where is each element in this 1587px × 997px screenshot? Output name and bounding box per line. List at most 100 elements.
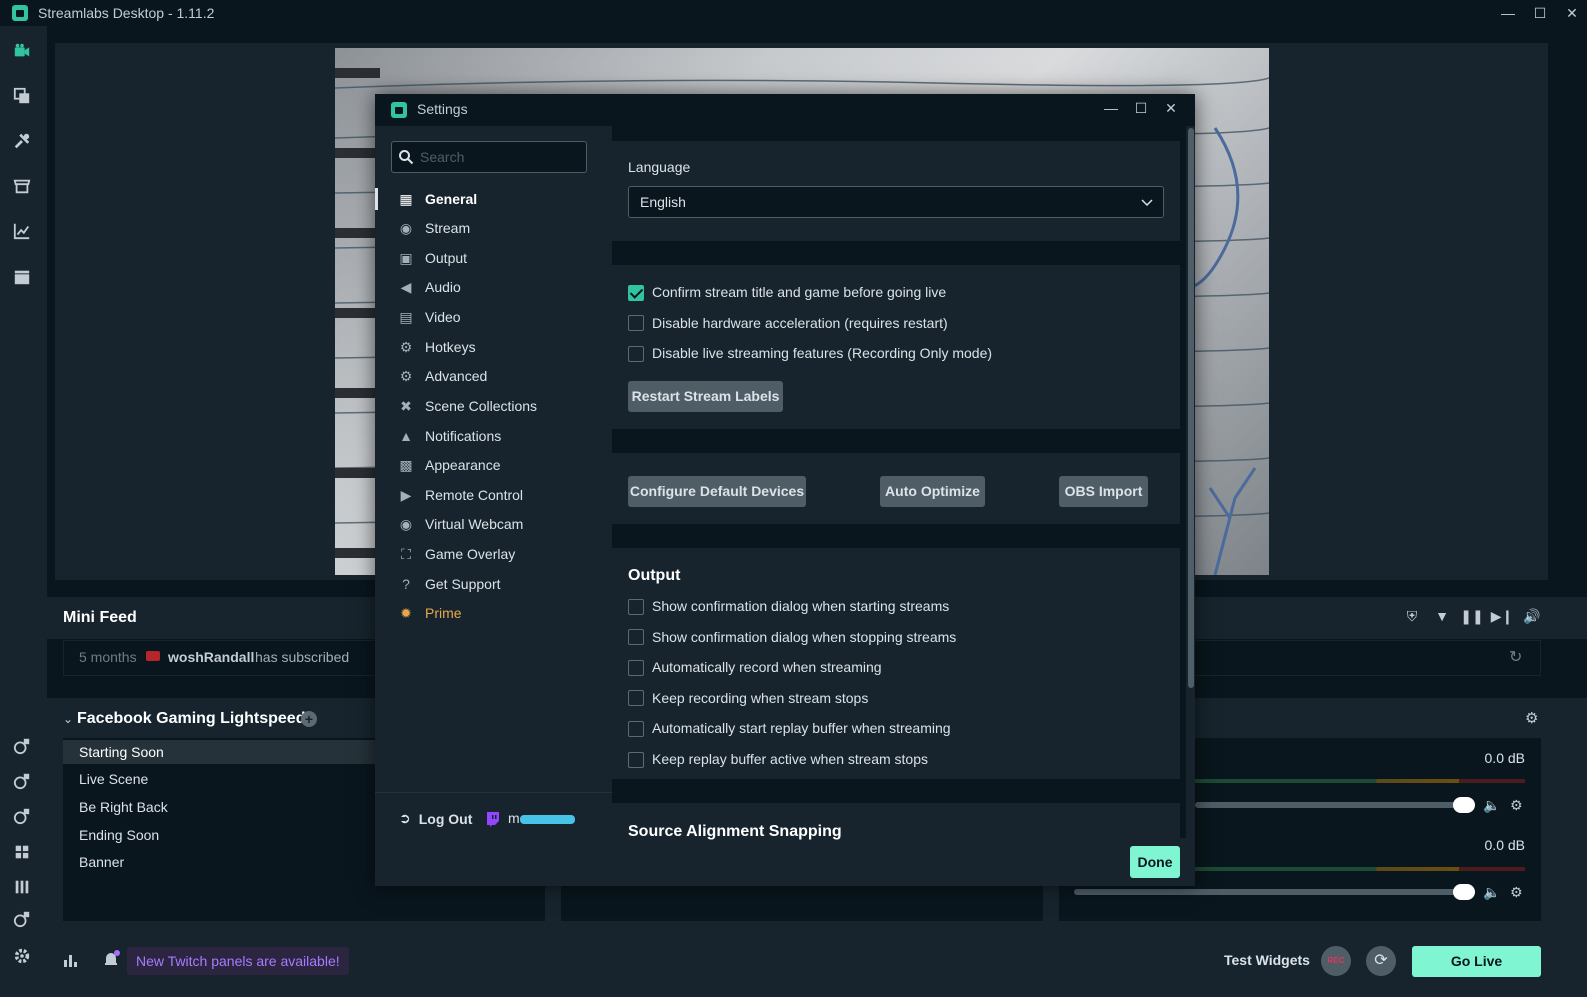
checkbox-label[interactable]: Show confirmation dialog when starting s… [652,598,949,614]
checkbox-label[interactable]: Disable hardware acceleration (requires … [652,315,948,331]
nav-appearance[interactable]: ▩ Appearance [391,452,601,478]
minimize-icon[interactable]: — [1104,100,1118,117]
maximize-icon[interactable]: ☐ [1134,100,1148,117]
language-select[interactable]: English [628,186,1164,218]
checkbox[interactable] [628,599,644,615]
checkbox[interactable] [628,690,644,706]
checkbox[interactable] [628,346,644,362]
checkbox-label[interactable]: Keep replay buffer active when stream st… [652,751,928,767]
nav-audio[interactable]: ◀ Audio [391,274,601,300]
nav-virtual-webcam[interactable]: ◉ Virtual Webcam [391,511,601,537]
close-icon[interactable]: ✕ [1565,5,1579,22]
search-input[interactable] [420,149,580,165]
volume-knob[interactable] [1453,797,1475,813]
apps-grid-icon[interactable] [12,842,32,862]
checkbox[interactable] [628,752,644,768]
volume-slider[interactable] [1074,889,1475,895]
nav-remote-control[interactable]: ▶ Remote Control [391,482,601,508]
editor-icon[interactable] [12,41,32,61]
recordings-icon[interactable] [12,267,32,287]
settings-scrollbar-thumb[interactable] [1188,128,1194,688]
nav-game-overlay[interactable]: ⛶ Game Overlay [391,541,601,567]
nav-notifications[interactable]: ▲ Notifications [391,423,601,449]
scene-collection-title[interactable]: Facebook Gaming Lightspeed [77,710,305,728]
checkbox[interactable] [628,629,644,645]
minimize-icon[interactable]: — [1501,5,1515,21]
bell-icon: ▲ [399,428,413,444]
filter-icon[interactable]: ▼ [1434,608,1450,624]
play-circle-icon: ▶ [400,486,412,503]
notification-banner[interactable]: New Twitch panels are available! [127,947,349,975]
mixer-settings-icon[interactable]: ⚙ [1525,709,1538,727]
nav-get-support[interactable]: ? Get Support [391,571,601,597]
replay-buffer-icon[interactable]: ⟳ [1366,946,1396,976]
go-live-button[interactable]: Go Live [1412,946,1541,977]
nav-label: General [425,191,478,207]
checkbox-label[interactable]: Disable live streaming features (Recordi… [652,345,992,361]
checkbox[interactable] [628,285,644,301]
checkbox[interactable] [628,660,644,676]
obs-import-button[interactable]: OBS Import [1059,476,1148,507]
feed-event-user: woshRandall [168,649,255,665]
app-4-icon[interactable] [12,909,32,929]
checkbox-label[interactable]: Automatically start replay buffer when s… [652,720,951,736]
speaker-icon[interactable]: 🔈 [1483,884,1500,901]
settings-titlebar [375,94,1195,126]
chevron-down-icon [1141,199,1153,207]
restart-stream-labels-button[interactable]: Restart Stream Labels [628,381,783,412]
settings-gear-icon[interactable] [12,946,32,966]
dashboard-chart-icon[interactable] [12,221,32,241]
close-icon[interactable]: ✕ [1164,100,1178,117]
maximize-icon[interactable]: ☐ [1533,5,1547,22]
refresh-icon[interactable]: ↻ [1509,647,1522,667]
nav-video[interactable]: ▤ Video [391,304,601,330]
layout-icon[interactable] [12,86,32,106]
nav-output[interactable]: ▣ Output [391,245,601,271]
pause-icon[interactable]: ❚❚ [1460,608,1483,624]
test-widgets-button[interactable]: Test Widgets [1224,952,1310,968]
nav-hotkeys[interactable]: ⚙ Hotkeys [391,334,601,360]
auto-optimize-button[interactable]: Auto Optimize [880,476,985,507]
themes-icon[interactable] [12,131,32,151]
settings-search[interactable] [391,141,587,173]
done-button[interactable]: Done [1130,846,1180,878]
nav-stream[interactable]: ◉ Stream [391,215,601,241]
nav-label: Appearance [425,457,501,473]
app-1-icon[interactable] [12,736,32,756]
feed-event-time: 5 months [79,649,137,665]
gear-icon[interactable]: ⚙ [1510,884,1523,901]
checkbox-label[interactable]: Show confirmation dialog when stopping s… [652,629,956,645]
youtube-icon [146,651,160,661]
app-2-icon[interactable] [12,771,32,791]
volume-knob[interactable] [1453,884,1475,900]
nav-scene-collections[interactable]: ✖ Scene Collections [391,393,601,419]
feed-event-action: has subscribed [255,649,350,665]
shield-icon[interactable]: ⛨ [1404,608,1420,624]
checkbox[interactable] [628,721,644,737]
chevron-down-icon[interactable]: ⌄ [63,712,73,726]
nav-advanced[interactable]: ⚙ Advanced [391,363,601,389]
checkbox-label[interactable]: Automatically record when streaming [652,659,882,675]
gear-icon[interactable]: ⚙ [1510,797,1523,814]
record-button[interactable]: REC [1321,946,1351,976]
volume-icon[interactable]: 🔊 [1523,608,1540,624]
grid-icon: ▦ [399,190,413,207]
apps-icon: ▩ [399,456,413,473]
configure-default-devices-button[interactable]: Configure Default Devices [628,476,806,507]
volume-slider[interactable] [1195,802,1475,808]
checkbox-label[interactable]: Confirm stream title and game before goi… [652,284,946,300]
checkbox-label[interactable]: Keep recording when stream stops [652,690,868,706]
performance-chart-icon[interactable] [63,952,79,968]
search-icon [399,150,414,165]
speaker-icon[interactable]: 🔈 [1483,797,1500,814]
nav-label: Get Support [425,576,501,592]
log-out-button[interactable]: ➲ Log Out [399,810,472,827]
studio-mode-icon[interactable] [12,877,32,897]
checkbox[interactable] [628,315,644,331]
app-3-icon[interactable] [12,806,32,826]
nav-prime[interactable]: ✹ Prime [391,600,601,626]
nav-general[interactable]: ▦ General [391,186,601,212]
store-icon[interactable] [12,176,32,196]
add-scene-icon[interactable]: + [301,711,317,727]
skip-icon[interactable]: ▶❙ [1491,608,1514,624]
